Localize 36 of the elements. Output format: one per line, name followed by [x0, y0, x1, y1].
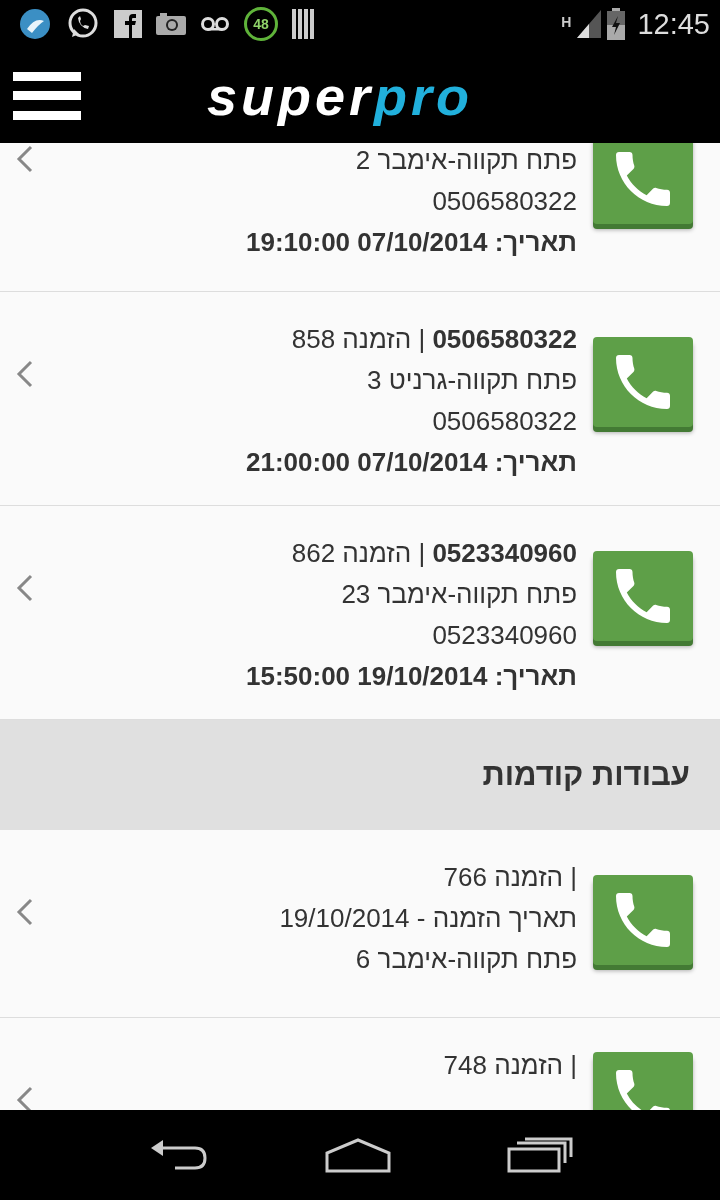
job-detail-text: תאריך: 07/10/2014 19:10:00	[244, 226, 577, 259]
facebook-icon	[114, 10, 142, 38]
menu-button[interactable]	[13, 71, 81, 120]
section-header: עבודות קודמות	[0, 720, 720, 830]
battery-icon	[607, 8, 626, 40]
job-detail-text: 0506580322	[431, 185, 577, 218]
job-detail-text: פתח תקווה-גרניט 3	[366, 364, 577, 397]
network-type: H	[561, 13, 572, 30]
job-detail-text: פתח תקווה-אימבר 6	[354, 943, 577, 976]
phone-icon	[616, 355, 670, 409]
camera-icon	[156, 12, 186, 36]
recent-apps-icon[interactable]	[507, 1137, 573, 1173]
signal-icon	[577, 10, 602, 38]
voicemail-icon	[200, 16, 230, 32]
bars-icon	[292, 9, 316, 39]
job-detail-text: תאריך הזמנה - 19/10/2014	[278, 902, 577, 935]
job-detail-text: 0523340960	[431, 619, 577, 652]
chevron-icon[interactable]	[16, 574, 34, 602]
phone-icon	[616, 569, 670, 623]
chevron-icon[interactable]	[16, 360, 34, 388]
chevron-icon[interactable]	[16, 145, 34, 173]
job-detail-text: תאריך: 19/10/2014 15:50:00	[244, 660, 577, 693]
phone-icon	[616, 893, 670, 947]
job-detail-text: 0506580322	[431, 405, 577, 438]
job-detail-text: פתח תקווה-אימבר 23	[340, 578, 577, 611]
job-detail-text: | הזמנה 748	[442, 1049, 577, 1082]
home-icon[interactable]	[323, 1137, 393, 1173]
counter-badge: 48	[244, 7, 278, 41]
app-icon	[18, 7, 52, 41]
clock-time: 12:45	[637, 7, 710, 41]
job-detail-text: תאריך: 07/10/2014 21:00:00	[244, 446, 577, 479]
chevron-icon[interactable]	[16, 898, 34, 926]
phone-icon	[616, 152, 670, 206]
job-detail-text: פתח תקווה-אימבר 2	[354, 144, 577, 177]
chevron-icon[interactable]	[16, 1086, 34, 1110]
job-detail-text: | הזמנה 766	[442, 861, 577, 894]
